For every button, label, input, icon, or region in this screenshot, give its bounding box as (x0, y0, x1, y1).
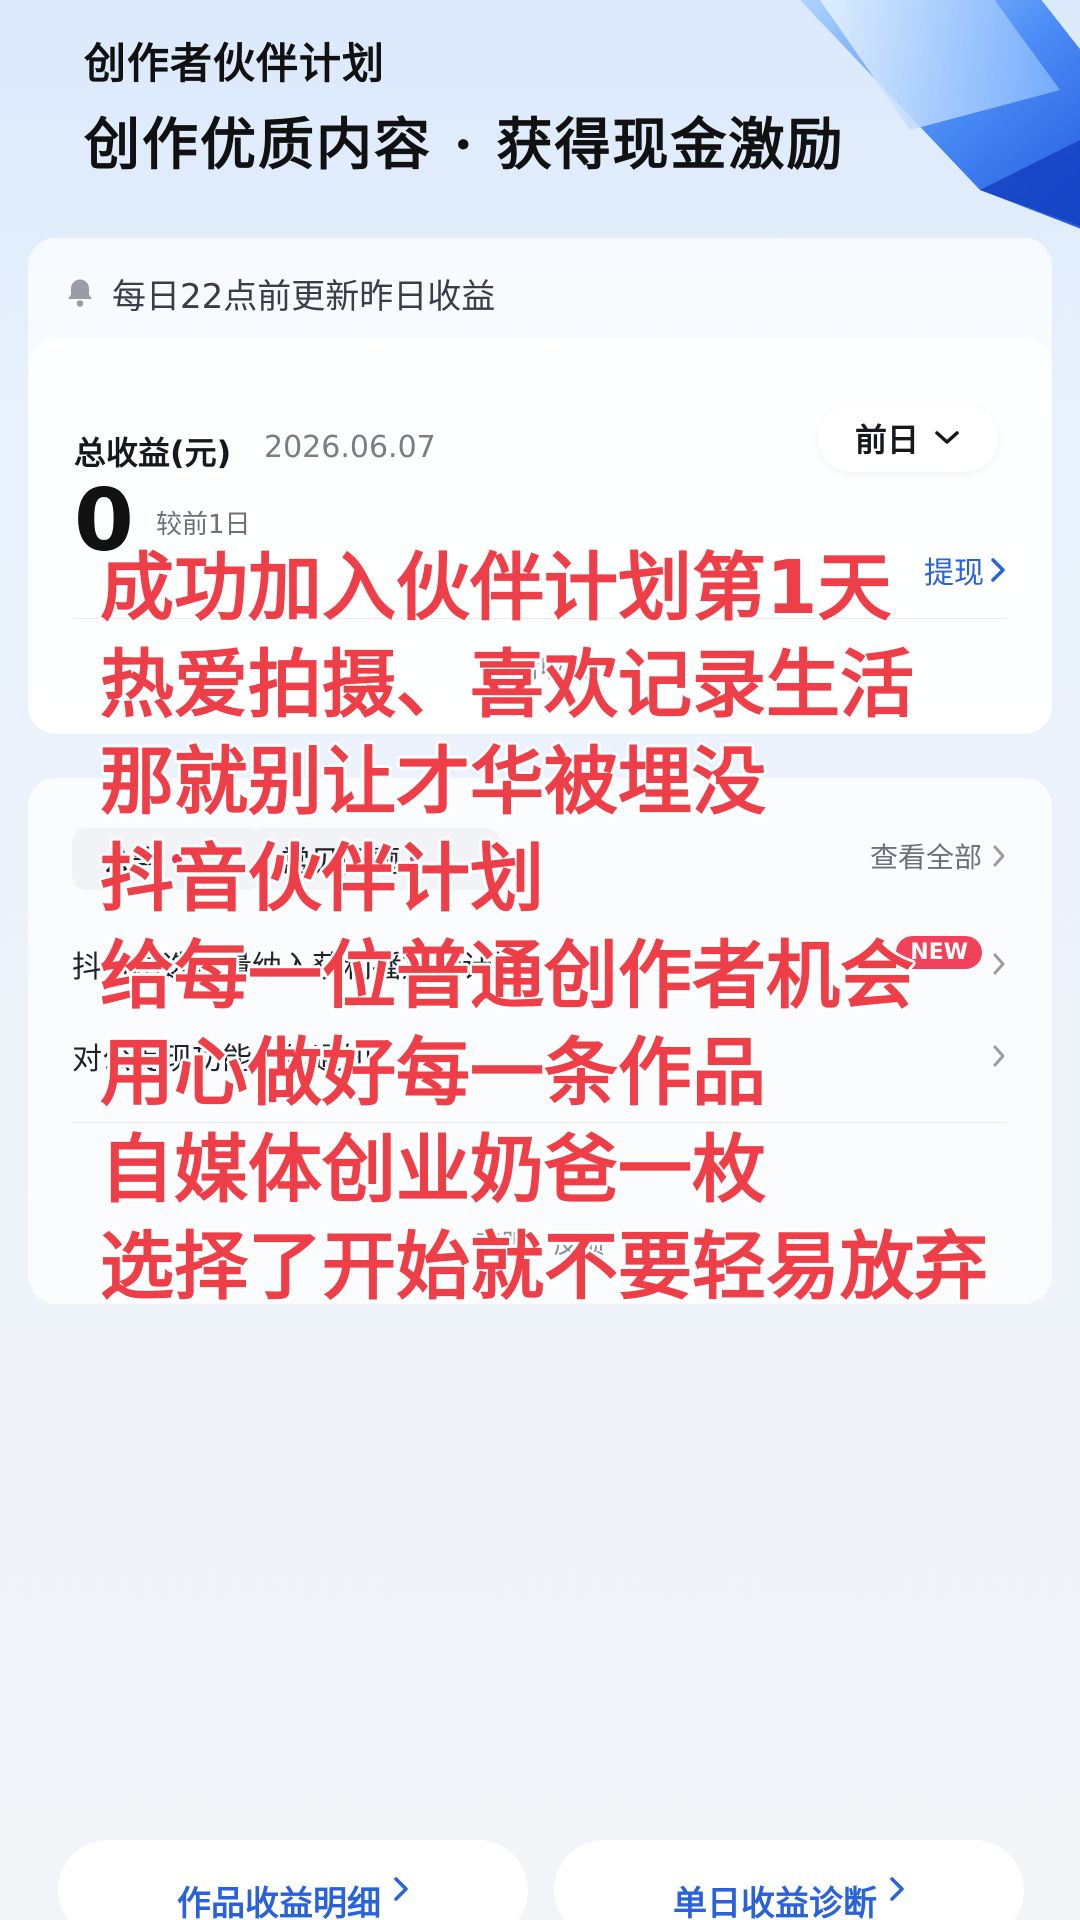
daily-earnings-diagnosis-button[interactable]: 单日收益诊断 (554, 1840, 1024, 1920)
period-dropdown[interactable]: 前日 (818, 404, 998, 472)
overlay-caption-line: 成功加入伙伴计划第1天 (100, 545, 892, 631)
overlay-caption-line: 用心做好每一条作品 (100, 1030, 766, 1116)
page-subtitle: 创作优质内容 · 获得现金激励 (84, 112, 845, 178)
overlay-caption-line: 热爱拍摄、喜欢记录生活 (100, 642, 914, 728)
daily-earnings-diagnosis-label: 单日收益诊断 (673, 1884, 877, 1920)
chevron-down-icon (935, 431, 959, 444)
update-notice-text: 每日22点前更新昨日收益 (112, 276, 496, 317)
works-earnings-detail-label: 作品收益明细 (177, 1884, 381, 1920)
overlay-caption-line: 选择了开始就不要轻易放弃 (100, 1224, 988, 1310)
overlay-caption-line: 自媒体创业奶爸一枚 (100, 1127, 766, 1213)
works-earnings-detail-button[interactable]: 作品收益明细 (58, 1840, 528, 1920)
earnings-date: 2026.06.07 (264, 430, 436, 465)
total-earnings-label: 总收益(元) (74, 434, 232, 472)
period-selected-value: 前日 (854, 421, 919, 459)
update-notice: 每日22点前更新昨日收益 (62, 270, 496, 317)
overlay-caption-line: 给每一位普通创作者机会 (100, 933, 914, 1019)
overlay-caption-line: 抖音伙伴计划 (100, 836, 544, 922)
page-title: 创作者伙伴计划 (84, 39, 386, 88)
chevron-right-icon (394, 1877, 408, 1901)
overlay-caption: 成功加入伙伴计划第1天 热爱拍摄、喜欢记录生活 那就别让才华被埋没 抖音伙伴计划… (100, 540, 1060, 1316)
bell-icon (68, 279, 92, 307)
compare-previous-day-label: 较前1日 (156, 510, 251, 540)
overlay-caption-line: 那就别让才华被埋没 (100, 739, 766, 825)
chevron-right-icon (890, 1877, 904, 1901)
